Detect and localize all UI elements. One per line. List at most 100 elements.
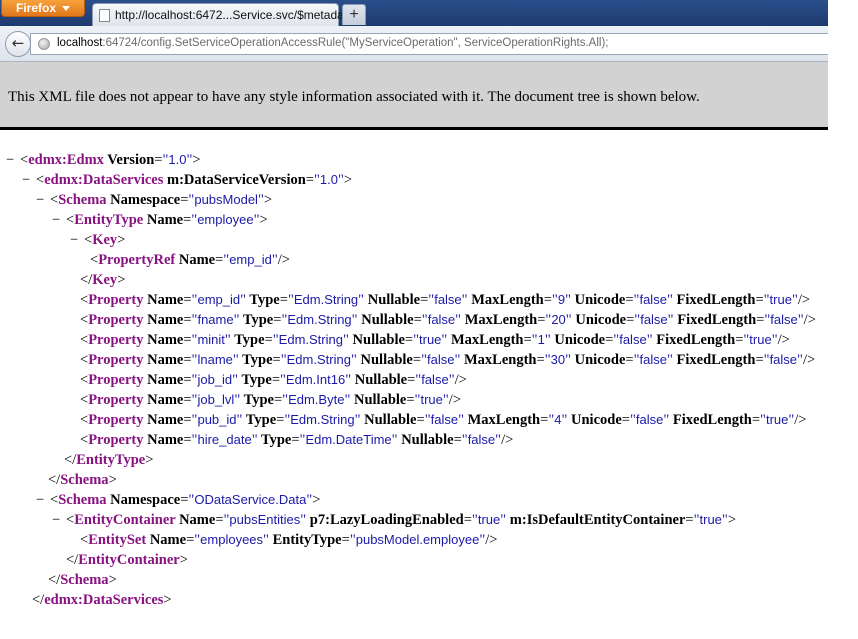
xml-attr-name: FixedLength bbox=[669, 412, 752, 428]
xml-punct: /> bbox=[501, 432, 514, 448]
xml-attr-name: Name bbox=[143, 372, 184, 388]
xml-attr-value: 1 bbox=[537, 332, 545, 347]
xml-punct: > bbox=[179, 552, 188, 568]
firefox-menu-button[interactable]: Firefox bbox=[1, 0, 85, 17]
xml-tag-name: EntityType bbox=[76, 452, 146, 468]
xml-attr-name: MaxLength bbox=[461, 312, 538, 328]
xml-punct: = bbox=[272, 352, 281, 368]
xml-attr-name: Type bbox=[239, 312, 274, 328]
xml-attr-value: lname bbox=[197, 352, 233, 367]
xml-punct: < bbox=[20, 152, 29, 168]
browser-window: Firefox http://localhost:6472...Service.… bbox=[0, 0, 846, 630]
xml-attr-name: Name bbox=[143, 332, 184, 348]
xml-attr-value: Edm.Int16 bbox=[285, 372, 346, 387]
xml-punct: = bbox=[183, 412, 192, 428]
xml-attr-value: pub_id bbox=[197, 412, 237, 427]
xml-attr-value: 9 bbox=[557, 292, 566, 307]
xml-attr-name: Version bbox=[103, 152, 155, 168]
xml-punct: < bbox=[66, 212, 75, 228]
xml-punct: = bbox=[271, 372, 280, 388]
xml-punct: = bbox=[404, 332, 414, 348]
xml-punct: = bbox=[625, 352, 634, 368]
tab-strip: Firefox http://localhost:6472...Service.… bbox=[0, 0, 846, 26]
xml-line-propertyref: <PropertyRef Name="emp_id"/> bbox=[90, 250, 290, 270]
xml-attr-value: emp_id bbox=[229, 252, 272, 267]
xml-attr-value: false bbox=[434, 292, 462, 307]
xml-attr-name: FixedLength bbox=[672, 292, 756, 308]
xml-punct: < bbox=[80, 372, 89, 388]
xml-attr-name: Type bbox=[257, 432, 292, 448]
collapse-toggle[interactable]: − bbox=[52, 510, 66, 530]
xml-tag-name: EntityType bbox=[74, 212, 144, 228]
xml-attr-name: MaxLength bbox=[464, 412, 541, 428]
xml-tag-name: Property bbox=[88, 292, 144, 308]
collapse-toggle[interactable]: − bbox=[52, 210, 66, 230]
url-bar[interactable]: localhost:64724/config.SetServiceOperati… bbox=[30, 33, 842, 55]
xml-attr-name: Unicode bbox=[550, 332, 606, 348]
xml-attr-value: Edm.Byte bbox=[288, 392, 345, 407]
xml-attr-value: job_lvl bbox=[197, 392, 235, 407]
url-path: :64724/config.SetServiceOperationAccessR… bbox=[102, 37, 609, 49]
back-button[interactable]: ← bbox=[5, 31, 31, 57]
xml-tag-name: Property bbox=[88, 332, 144, 348]
xml-attr-value: true bbox=[420, 392, 443, 407]
collapse-toggle[interactable]: − bbox=[36, 190, 50, 210]
xml-attr-value: pubsModel.employee bbox=[355, 532, 480, 547]
xml-punct: > bbox=[263, 192, 273, 208]
xml-tag-name: Property bbox=[88, 312, 144, 328]
xml-punct: < bbox=[80, 292, 89, 308]
xml-line-schema-open: − <Schema Namespace="pubsModel"> bbox=[36, 190, 272, 210]
xml-line-entitytype-close: </EntityType> bbox=[64, 450, 153, 470]
xml-punct: = bbox=[183, 352, 192, 368]
xml-punct: = bbox=[463, 512, 472, 528]
xml-punct: /> bbox=[277, 252, 290, 268]
xml-punct: > bbox=[145, 452, 154, 468]
xml-punct: < bbox=[80, 412, 89, 428]
xml-attr-name: Type bbox=[238, 352, 273, 368]
xml-attr-value: 1.0 bbox=[319, 172, 338, 187]
collapse-toggle[interactable]: − bbox=[6, 150, 20, 170]
xml-attr-value: false bbox=[619, 332, 647, 347]
xml-line-entitytype-open: − <EntityType Name="employee"> bbox=[52, 210, 268, 230]
xml-line-property-fname: <Property Name="fname" Type="Edm.String"… bbox=[80, 310, 816, 330]
tab-metadata[interactable]: http://localhost:6472...Service.svc/$met… bbox=[92, 3, 354, 26]
xml-attr-value: false bbox=[426, 352, 455, 367]
collapse-toggle[interactable]: − bbox=[36, 490, 50, 510]
xml-punct: /> bbox=[454, 372, 467, 388]
xml-attr-value: false bbox=[421, 372, 449, 387]
xml-attr-value: Edm.String bbox=[293, 292, 359, 307]
navigation-bar: localhost:64724/config.SetServiceOperati… bbox=[0, 26, 846, 62]
xml-punct: > bbox=[343, 172, 353, 188]
xml-attr-name: Nullable bbox=[357, 312, 414, 328]
xml-attr-value: false bbox=[635, 412, 664, 427]
xml-punct: = bbox=[183, 292, 192, 308]
xml-punct: = bbox=[183, 392, 192, 408]
xml-punct: = bbox=[625, 292, 634, 308]
xml-punct: = bbox=[523, 332, 532, 348]
collapse-toggle[interactable]: − bbox=[70, 230, 84, 250]
xml-attr-value: Edm.String bbox=[278, 332, 343, 347]
xml-line-property-hire-date: <Property Name="hire_date" Type="Edm.Dat… bbox=[80, 430, 513, 450]
new-tab-button[interactable]: + bbox=[342, 4, 366, 25]
xml-attr-name: m:DataServiceVersion bbox=[163, 172, 306, 188]
collapse-toggle[interactable]: − bbox=[22, 170, 36, 190]
xml-attr-value: employee bbox=[197, 212, 254, 227]
xml-attr-name: Name bbox=[143, 392, 184, 408]
xml-punct: = bbox=[416, 412, 425, 428]
xml-attr-name: Name bbox=[143, 432, 184, 448]
xml-attr-name: Name bbox=[143, 312, 184, 328]
xml-punct: > bbox=[108, 472, 117, 488]
xml-attr-name: m:IsDefaultEntityContainer bbox=[506, 512, 686, 528]
xml-attr-name: MaxLength bbox=[447, 332, 524, 348]
xml-attr-name: Name bbox=[143, 412, 184, 428]
firefox-menu-label: Firefox bbox=[16, 1, 57, 15]
xml-attr-name: Type bbox=[238, 372, 272, 388]
xml-tag-name: Property bbox=[88, 412, 144, 428]
xml-line-property-minit: <Property Name="minit" Type="Edm.String"… bbox=[80, 330, 790, 350]
xml-punct: = bbox=[305, 172, 314, 188]
xml-attr-value: false bbox=[639, 352, 667, 367]
xml-punct: /> bbox=[794, 412, 807, 428]
xml-attr-value: emp_id bbox=[197, 292, 241, 307]
xml-punct: = bbox=[751, 412, 761, 428]
xml-attr-name: Nullable bbox=[351, 372, 408, 388]
